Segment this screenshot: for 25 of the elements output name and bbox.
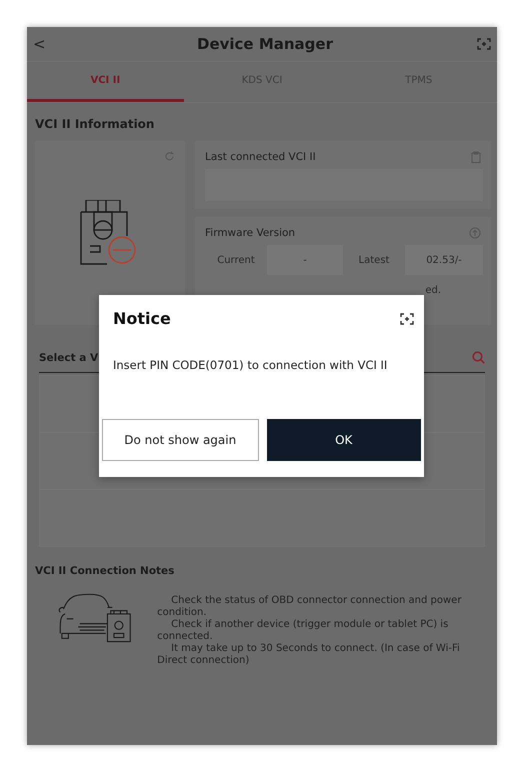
search-icon[interactable] [472,351,485,364]
note-text: It may take up to 30 Seconds to connect. (In case of Wi-Fi Direct connection) [157,643,461,667]
section-title: VCI II Information [34,116,156,133]
clipboard-icon[interactable] [471,151,481,163]
dialog-title: Notice [113,309,171,328]
note-text: Check if another device (trigger module or tablet PC) is connected. [157,619,450,643]
note-text: Check the status of OBD connector connection and power condition. [157,595,462,619]
back-button[interactable]: < [33,35,53,53]
section-title: VCI II Connection Notes [34,564,176,579]
latest-label: Latest [358,254,390,268]
card-label: Firmware Version [205,227,296,239]
dismiss-button[interactable]: Do not show again [102,419,258,461]
card-label: Last connected VCI II [205,151,316,163]
section-title: Select a V [39,352,98,364]
upload-icon[interactable] [469,227,481,239]
refresh-icon[interactable] [164,151,175,162]
firmware-note: ed. [425,285,441,296]
expand-icon[interactable] [400,312,414,324]
current-version: - [267,245,343,275]
current-label: Current [216,254,256,268]
latest-version: 02.53/- [405,245,483,275]
screen-title: Device Manager [197,35,333,53]
dialog-message: Insert PIN CODE(0701) to connection with VCI II [112,357,388,374]
tab[interactable]: VCI II [27,62,184,102]
ok-button[interactable]: OK [266,419,421,461]
